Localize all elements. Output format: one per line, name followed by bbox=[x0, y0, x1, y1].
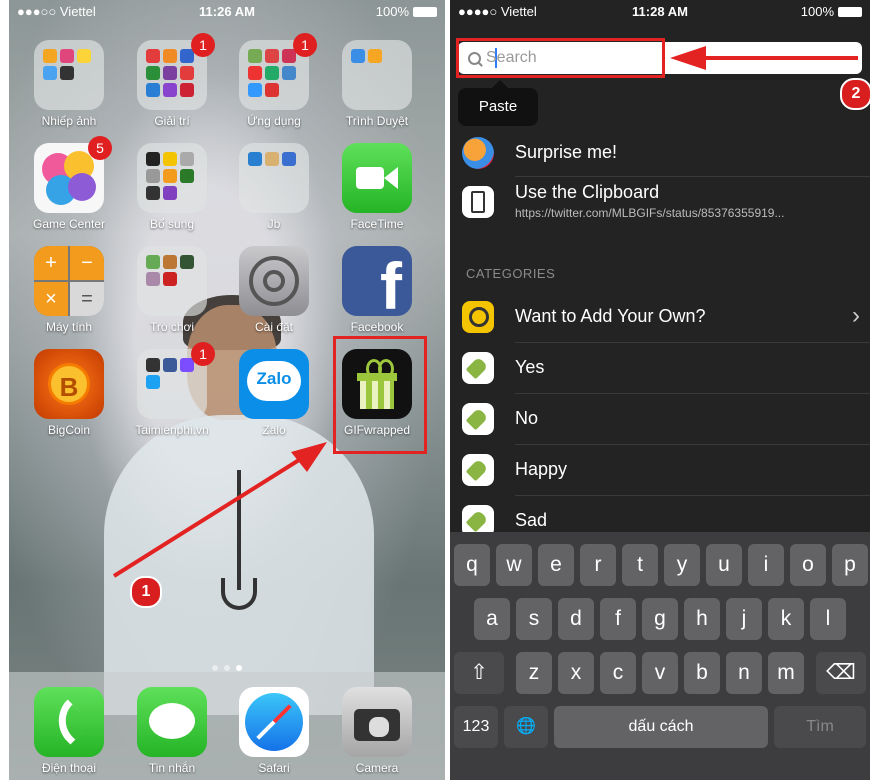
home-screen: ●●●○○ Viettel 11:26 AM 100% Nhiếp ảnh 1 … bbox=[9, 0, 445, 780]
key-c[interactable]: c bbox=[600, 652, 636, 694]
key-y[interactable]: y bbox=[664, 544, 700, 586]
app-label: Camera bbox=[355, 761, 399, 775]
key-a[interactable]: a bbox=[474, 598, 510, 640]
key-u[interactable]: u bbox=[706, 544, 742, 586]
key-b[interactable]: b bbox=[684, 652, 720, 694]
compass-icon bbox=[239, 687, 309, 757]
chevron-right-icon: › bbox=[852, 302, 860, 329]
app-label: Tin nhắn bbox=[148, 761, 196, 775]
key-d[interactable]: d bbox=[558, 598, 594, 640]
key-r[interactable]: r bbox=[580, 544, 616, 586]
key-m[interactable]: m bbox=[768, 652, 804, 694]
key-l[interactable]: l bbox=[810, 598, 846, 640]
magnifier-icon bbox=[462, 301, 494, 333]
space-key[interactable]: dấu cách bbox=[554, 706, 768, 748]
camera-icon bbox=[342, 687, 412, 757]
key-o[interactable]: o bbox=[790, 544, 826, 586]
page-dot bbox=[224, 665, 230, 671]
item-title: Use the Clipboard bbox=[515, 182, 660, 202]
step-badge-2: 2 bbox=[840, 78, 870, 110]
globe-key[interactable]: 🌐 bbox=[504, 706, 548, 748]
tag-icon bbox=[462, 352, 494, 384]
key-f[interactable]: f bbox=[600, 598, 636, 640]
numbers-key[interactable]: 123 bbox=[454, 706, 498, 748]
balloon-icon bbox=[462, 137, 494, 169]
item-title: No bbox=[515, 408, 539, 428]
key-x[interactable]: x bbox=[558, 652, 594, 694]
shift-key[interactable]: ⇧ bbox=[454, 652, 504, 694]
dock-app-phone[interactable]: Điện thoại bbox=[24, 687, 114, 775]
notification-badge: 5 bbox=[88, 136, 112, 160]
tag-icon bbox=[462, 403, 494, 435]
category-no[interactable]: No bbox=[450, 394, 870, 444]
list-item-surprise-me[interactable]: Surprise me! bbox=[450, 128, 870, 178]
key-s[interactable]: s bbox=[516, 598, 552, 640]
category-add-your-own[interactable]: Want to Add Your Own? › bbox=[450, 292, 870, 342]
key-q[interactable]: q bbox=[454, 544, 490, 586]
item-title: Surprise me! bbox=[515, 142, 618, 162]
key-v[interactable]: v bbox=[642, 652, 678, 694]
key-j[interactable]: j bbox=[726, 598, 762, 640]
categories-header: CATEGORIES bbox=[466, 266, 556, 281]
page-dot-active bbox=[236, 665, 242, 671]
key-z[interactable]: z bbox=[516, 652, 552, 694]
key-e[interactable]: e bbox=[538, 544, 574, 586]
item-title: Sad bbox=[515, 510, 548, 530]
item-title: Happy bbox=[515, 459, 568, 479]
key-p[interactable]: p bbox=[832, 544, 868, 586]
key-n[interactable]: n bbox=[726, 652, 762, 694]
search-key[interactable]: Tìm bbox=[774, 706, 866, 748]
keyboard: q w e r t y u i o p a s d f g h j k l ⇧ … bbox=[450, 532, 870, 780]
notification-badge: 1 bbox=[293, 33, 317, 57]
backspace-key[interactable]: ⌫ bbox=[816, 652, 866, 694]
dock: Điện thoại Tin nhắn Safari Camera bbox=[9, 672, 445, 780]
app-label: Điện thoại bbox=[41, 761, 97, 775]
key-g[interactable]: g bbox=[642, 598, 678, 640]
category-happy[interactable]: Happy bbox=[450, 445, 870, 495]
list-item-use-clipboard[interactable]: Use the Clipboard https://twitter.com/ML… bbox=[450, 176, 870, 228]
dock-app-messages[interactable]: Tin nhắn bbox=[127, 687, 217, 775]
page-dot bbox=[212, 665, 218, 671]
clipboard-icon bbox=[462, 186, 494, 218]
key-h[interactable]: h bbox=[684, 598, 720, 640]
message-icon bbox=[137, 687, 207, 757]
gifwrapped-screen: ●●●●○ Viettel 11:28 AM 100% 2 Paste Surp… bbox=[450, 0, 870, 780]
item-title: Want to Add Your Own? bbox=[515, 306, 706, 326]
dock-app-camera[interactable]: Camera bbox=[332, 687, 422, 775]
phone-icon bbox=[34, 687, 104, 757]
key-i[interactable]: i bbox=[748, 544, 784, 586]
item-title: Yes bbox=[515, 357, 545, 377]
app-label: Safari bbox=[258, 761, 290, 775]
key-w[interactable]: w bbox=[496, 544, 532, 586]
step-badge-1: 1 bbox=[130, 576, 162, 608]
notification-badge: 1 bbox=[191, 342, 215, 366]
key-k[interactable]: k bbox=[768, 598, 804, 640]
category-yes[interactable]: Yes bbox=[450, 343, 870, 393]
item-subtitle: https://twitter.com/MLBGIFs/status/85376… bbox=[515, 206, 785, 220]
notification-badge: 1 bbox=[191, 33, 215, 57]
dock-app-safari[interactable]: Safari bbox=[229, 687, 319, 775]
paste-button[interactable]: Paste bbox=[458, 80, 538, 126]
key-t[interactable]: t bbox=[622, 544, 658, 586]
tag-icon bbox=[462, 454, 494, 486]
